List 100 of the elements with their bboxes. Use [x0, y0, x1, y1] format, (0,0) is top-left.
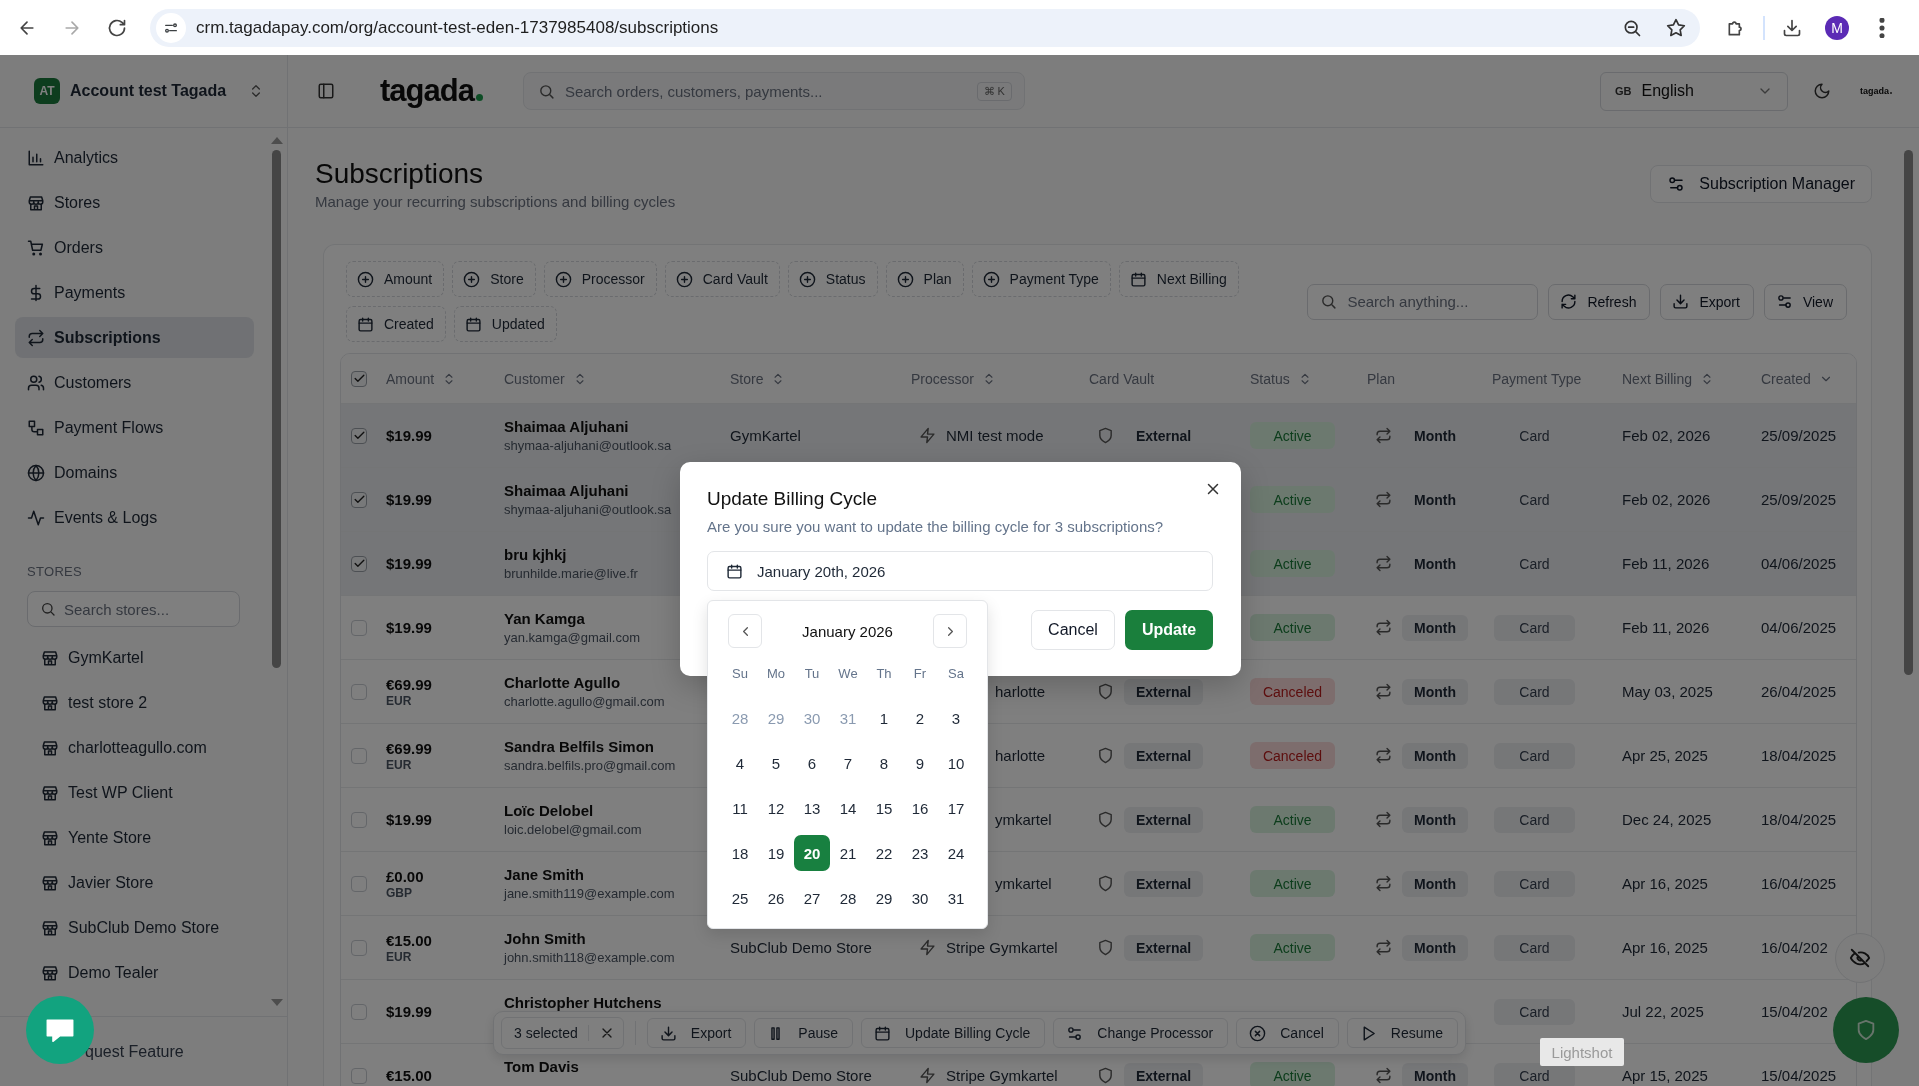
sidebar-item[interactable]: Analytics	[15, 137, 254, 178]
calendar-day[interactable]: 30	[794, 700, 830, 736]
row-checkbox[interactable]	[351, 939, 367, 956]
calendar-day[interactable]: 23	[902, 835, 938, 871]
sidebar-item[interactable]: Orders	[15, 227, 254, 268]
scroll-up-arrow-icon[interactable]	[271, 137, 283, 144]
store-item[interactable]: Test WP Client	[0, 770, 287, 815]
store-item[interactable]: Javier Store	[0, 860, 287, 905]
calendar-day[interactable]: 18	[722, 835, 758, 871]
sidebar-item[interactable]: Domains	[15, 452, 254, 493]
calendar-day[interactable]: 15	[866, 790, 902, 826]
column-header[interactable]: Card Vault	[1089, 370, 1155, 387]
calendar-day[interactable]: 16	[902, 790, 938, 826]
calendar-day[interactable]: 4	[722, 745, 758, 781]
filter-chip[interactable]: Processor	[543, 261, 657, 297]
store-item[interactable]: test store 2	[0, 680, 287, 725]
toolbar-button[interactable]: View	[1763, 283, 1847, 320]
scrollbar-thumb[interactable]	[272, 150, 281, 668]
search-input[interactable]: Search anything...	[1347, 293, 1528, 310]
calendar-day[interactable]: 20	[794, 835, 830, 871]
calendar-day[interactable]: 17	[938, 790, 974, 826]
row-checkbox[interactable]	[351, 875, 367, 892]
filter-chip[interactable]: Created	[346, 306, 446, 342]
calendar-day[interactable]: 11	[722, 790, 758, 826]
calendar-day[interactable]: 31	[938, 880, 974, 916]
row-checkbox[interactable]	[351, 491, 367, 508]
row-checkbox[interactable]	[351, 811, 367, 828]
calendar-day[interactable]: 28	[722, 700, 758, 736]
bulk-action-button[interactable]: Change Processor	[1053, 1018, 1229, 1048]
search-input[interactable]: Search orders, customers, payments...	[564, 82, 967, 100]
row-checkbox[interactable]	[351, 683, 367, 700]
calendar-day[interactable]: 31	[830, 700, 866, 736]
calendar-day[interactable]: 30	[902, 880, 938, 916]
bulk-action-button[interactable]: Export	[646, 1018, 747, 1048]
cancel-button[interactable]: Cancel	[1031, 610, 1115, 650]
global-search-field[interactable]: Search orders, customers, payments... ⌘ K	[522, 72, 1025, 110]
column-header[interactable]: Payment Type	[1492, 370, 1582, 387]
column-header[interactable]: Created	[1761, 370, 1833, 387]
profile-avatar[interactable]: M	[1825, 15, 1849, 40]
toolbar-button[interactable]: Refresh	[1548, 283, 1651, 320]
calendar-day[interactable]: 10	[938, 745, 974, 781]
bulk-action-button[interactable]: Cancel	[1236, 1018, 1339, 1048]
column-header[interactable]: Status	[1250, 370, 1312, 387]
logo[interactable]: tagada	[380, 73, 483, 109]
bulk-action-button[interactable]: Resume	[1346, 1018, 1458, 1048]
scrollbar-thumb[interactable]	[1904, 150, 1913, 675]
language-select[interactable]: GB English	[1600, 71, 1788, 111]
column-header[interactable]: Processor	[911, 370, 997, 387]
store-item[interactable]: Yente Store	[0, 815, 287, 860]
filter-chip[interactable]: Store	[452, 261, 536, 297]
calendar-day[interactable]: 13	[794, 790, 830, 826]
row-checkbox[interactable]	[351, 619, 367, 636]
calendar-day[interactable]: 1	[866, 700, 902, 736]
calendar-day[interactable]: 27	[794, 880, 830, 916]
calendar-day[interactable]: 2	[902, 700, 938, 736]
update-button[interactable]: Update	[1125, 610, 1213, 650]
calendar-day[interactable]: 6	[794, 745, 830, 781]
calendar-day[interactable]: 19	[758, 835, 794, 871]
calendar-day[interactable]: 22	[866, 835, 902, 871]
row-checkbox[interactable]	[351, 1067, 367, 1084]
calendar-day[interactable]: 12	[758, 790, 794, 826]
sidebar-toggle-button[interactable]	[316, 81, 336, 101]
select-all-checkbox[interactable]	[351, 370, 367, 387]
table-search-field[interactable]: Search anything...	[1307, 283, 1539, 320]
calendar-day[interactable]: 24	[938, 835, 974, 871]
store-item[interactable]: charlotteagullo.com	[0, 725, 287, 770]
calendar-day[interactable]: 9	[902, 745, 938, 781]
store-item[interactable]: Demo Tealer	[0, 950, 287, 995]
row-checkbox[interactable]	[351, 427, 367, 444]
filter-chip[interactable]: Updated	[453, 306, 557, 342]
filter-chip[interactable]: Amount	[346, 261, 445, 297]
calendar-day[interactable]: 3	[938, 700, 974, 736]
calendar-day[interactable]: 8	[866, 745, 902, 781]
sidebar-item[interactable]: Customers	[15, 362, 254, 403]
filter-chip[interactable]: Plan	[885, 261, 964, 297]
column-header[interactable]: Amount	[386, 370, 457, 387]
request-feature-link[interactable]: quest Feature	[85, 1042, 184, 1061]
calendar-day[interactable]: 7	[830, 745, 866, 781]
theme-toggle-button[interactable]	[1812, 81, 1832, 101]
row-checkbox[interactable]	[351, 1003, 367, 1020]
calendar-day[interactable]: 29	[866, 880, 902, 916]
calendar-day[interactable]: 26	[758, 880, 794, 916]
date-picker-field[interactable]: January 20th, 2026	[707, 551, 1213, 591]
store-item[interactable]: SubClub Demo Store	[0, 905, 287, 950]
store-search-field[interactable]: Search stores...	[27, 591, 240, 627]
column-header[interactable]: Customer	[504, 370, 587, 387]
calendar-day[interactable]: 14	[830, 790, 866, 826]
bulk-action-button[interactable]: Update Billing Cycle	[861, 1018, 1046, 1048]
sidebar-item[interactable]: Events & Logs	[15, 497, 254, 538]
calendar-day[interactable]: 5	[758, 745, 794, 781]
column-header[interactable]: Store	[730, 370, 786, 387]
toolbar-button[interactable]: Export	[1660, 283, 1754, 320]
column-header[interactable]: Plan	[1367, 370, 1396, 387]
search-input[interactable]: Search stores...	[64, 600, 234, 618]
calendar-day[interactable]: 28	[830, 880, 866, 916]
filter-chip[interactable]: Status	[787, 261, 878, 297]
sidebar-item[interactable]: Payment Flows	[15, 407, 254, 448]
calendar-day[interactable]: 21	[830, 835, 866, 871]
site-info-button[interactable]	[156, 12, 186, 43]
address-bar[interactable]: crm.tagadapay.com/org/account-test-eden-1737985408/subscriptions	[150, 8, 1700, 47]
